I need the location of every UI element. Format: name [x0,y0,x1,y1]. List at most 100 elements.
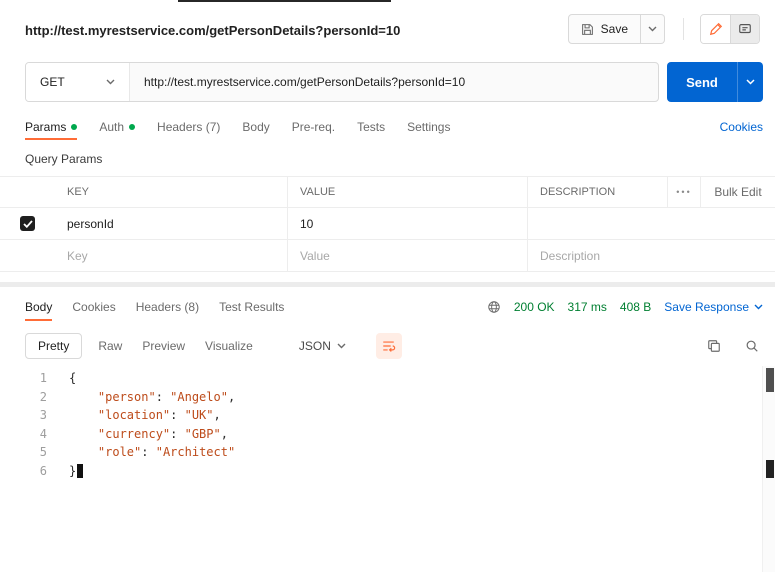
line-number: 1 [39,371,47,385]
param-row [0,208,775,240]
url-input[interactable] [130,63,658,101]
line-number: 3 [39,408,47,422]
more-options-button[interactable]: ••• [667,177,700,207]
green-dot-icon [71,124,78,130]
query-params-table: KEY VALUE DESCRIPTION ••• Bulk Edit [0,176,775,272]
text-cursor [77,464,84,478]
bulk-edit-button[interactable]: Bulk Edit [700,177,775,207]
tab-params-label: Params [25,120,67,134]
code-lines: 1{2 "person": "Angelo", 3 "location": "UK… [0,369,762,480]
cookies-link[interactable]: Cookies [720,120,763,134]
send-options-button[interactable] [737,62,763,102]
chevron-down-icon [754,304,763,310]
response-header: Body Cookies Headers (8) Test Results 20… [25,293,763,321]
tab-settings[interactable]: Settings [407,120,450,134]
tab-body[interactable]: Body [242,120,269,134]
line-number: 2 [39,389,47,404]
request-url-bar: GET Send [25,62,763,102]
response-tab-test-results[interactable]: Test Results [219,300,284,314]
comments-button[interactable] [730,15,759,43]
code-text[interactable]: "role": "Architect" [47,443,235,462]
param-checkbox-cell [0,240,55,271]
param-key-input[interactable] [67,248,275,263]
response-toolbar: Pretty Raw Preview Visualize JSON [25,331,763,361]
line-number: 6 [39,463,47,478]
tab-headers-label: Headers (7) [157,120,221,134]
param-description-input[interactable] [540,216,763,231]
code-text[interactable]: "person": "Angelo", [47,388,235,407]
send-button-group: Send [667,62,763,102]
view-mode-pretty[interactable]: Pretty [25,333,83,359]
response-tab-cookies[interactable]: Cookies [72,300,115,314]
save-options-button[interactable] [641,14,665,44]
save-response-button[interactable]: Save Response [664,300,763,314]
description-column-header: DESCRIPTION [527,177,667,207]
format-selector[interactable]: JSON [299,339,346,353]
tab-headers[interactable]: Headers (7) [157,120,220,134]
param-checkbox[interactable] [20,216,35,231]
tab-tests[interactable]: Tests [357,120,385,134]
tab-auth[interactable]: Auth [99,120,136,134]
globe-icon [487,300,501,314]
key-column-header: KEY [67,186,90,198]
editor-scrollbar[interactable] [762,366,775,572]
wrap-text-icon [381,339,396,353]
code-line: 2 "person": "Angelo", [0,388,762,407]
param-key-cell [55,208,287,239]
save-button-group: Save [567,14,665,44]
response-meta: 200 OK 317 ms 408 B Save Response [487,300,763,314]
tab-pre-request[interactable]: Pre-req. [292,120,335,134]
response-body-actions [707,339,763,353]
param-description-input[interactable] [540,248,763,263]
param-value-input[interactable] [300,216,515,231]
response-tab-body[interactable]: Body [25,300,53,321]
response-size: 408 B [619,300,652,314]
response-body-editor[interactable]: 1{2 "person": "Angelo", 3 "location": "UK… [0,364,762,572]
param-row-empty [0,240,775,272]
save-icon [581,23,594,36]
copy-icon [707,339,721,353]
line-number: 4 [39,426,47,441]
scrollbar-thumb[interactable] [766,368,774,392]
tab-settings-label: Settings [407,120,451,134]
view-mode-raw[interactable]: Raw [98,339,122,353]
code-text[interactable]: "currency": "GBP", [47,425,228,444]
edit-button[interactable] [701,15,730,43]
status-badge: 200 OK [513,300,555,314]
wrap-text-button[interactable] [375,333,402,359]
tab-pre-request-label: Pre-req. [291,120,336,134]
search-button[interactable] [745,339,759,353]
view-mode-visualize[interactable]: Visualize [205,339,253,353]
param-value-input[interactable] [300,248,515,263]
method-selector[interactable]: GET [26,63,130,101]
code-line: 6} [0,462,762,481]
send-button[interactable]: Send [667,62,737,102]
request-header: http://test.myrestservice.com/getPersonD… [0,2,775,58]
param-key-cell [55,240,287,271]
tab-tests-label: Tests [357,120,386,134]
pane-resize-divider[interactable] [0,282,775,287]
save-response-label: Save Response [664,300,749,314]
save-button[interactable]: Save [567,14,641,44]
format-label: JSON [298,339,331,353]
params-table-header: KEY VALUE DESCRIPTION ••• Bulk Edit [0,176,775,208]
green-dot-icon [129,124,136,130]
copy-button[interactable] [707,339,721,353]
param-key-input[interactable] [67,216,275,231]
view-mode-preview[interactable]: Preview [142,339,185,353]
code-text[interactable]: } [47,462,84,481]
code-line: 3 "location": "UK", [0,406,762,425]
response-tab-headers[interactable]: Headers (8) [136,300,199,314]
param-checkbox-cell [0,208,55,239]
query-params-label: Query Params [25,152,103,166]
code-line: 5 "role": "Architect" [0,443,762,462]
param-value-cell [287,240,527,271]
checkbox-column-header [0,177,55,207]
tab-params[interactable]: Params [25,120,78,140]
code-text[interactable]: "location": "UK", [47,406,221,425]
url-box: GET [25,62,659,102]
tab-body-label: Body [242,120,270,134]
edit-pencil-icon [709,22,723,36]
code-text[interactable]: { [47,369,76,388]
comments-icon [738,22,752,36]
